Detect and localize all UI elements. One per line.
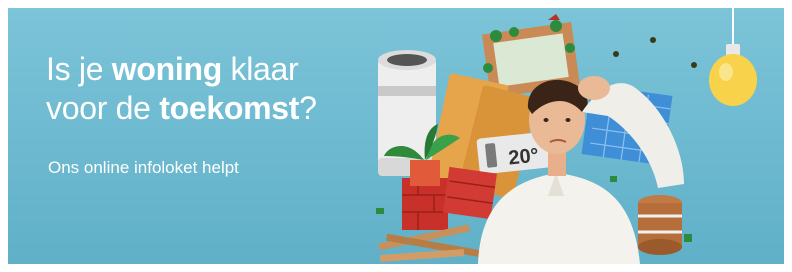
wood-planks-icon bbox=[378, 224, 482, 262]
thermostat-reading: 20° bbox=[507, 144, 539, 169]
barrel-icon bbox=[638, 195, 682, 255]
light-bulb-icon bbox=[709, 8, 757, 106]
hero-banner[interactable]: Is je woning klaar voor de toekomst? Ons… bbox=[8, 8, 784, 264]
home-improvement-illustration: 20° bbox=[376, 8, 757, 264]
bee-icons bbox=[613, 37, 697, 68]
